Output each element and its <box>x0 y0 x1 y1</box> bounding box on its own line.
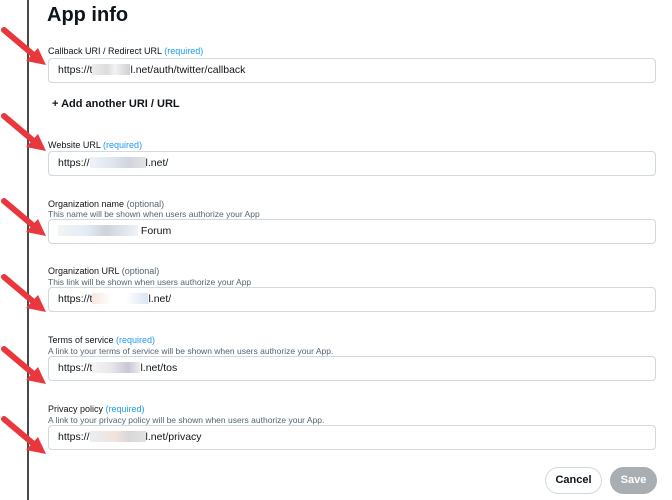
redacted-text <box>92 362 141 373</box>
org-name-field[interactable]: Forum <box>48 219 656 244</box>
redacted-text <box>92 64 131 75</box>
add-another-uri-button[interactable]: + Add another URI / URL <box>52 98 180 110</box>
required-tag: (required) <box>116 335 156 345</box>
website-url-label: Website URL (required) <box>48 140 143 150</box>
website-url-field[interactable]: https://l.net/ <box>48 151 656 176</box>
save-button[interactable]: Save <box>610 467 657 494</box>
org-url-field[interactable]: https://t l.net/ <box>48 287 656 312</box>
redacted-text <box>89 157 146 168</box>
annotation-arrow-icon <box>1 113 46 151</box>
privacy-label: Privacy policy (required) <box>48 404 145 414</box>
org-url-hint: This link will be shown when users autho… <box>48 277 252 287</box>
terms-label: Terms of service (required) <box>48 335 156 345</box>
org-name-label: Organization name (optional) <box>48 199 165 209</box>
callback-url-field[interactable]: https://t l.net/auth/twitter/callback <box>48 58 656 83</box>
privacy-policy-field[interactable]: https://l.net/privacy <box>48 425 656 450</box>
privacy-hint: A link to your privacy policy will be sh… <box>48 415 325 425</box>
page-title: App info <box>47 4 129 26</box>
org-url-label: Organization URL (optional) <box>48 266 160 276</box>
redacted-text <box>89 431 146 442</box>
required-tag: (required) <box>105 404 145 414</box>
annotation-arrow-icon <box>1 274 46 312</box>
callback-url-label: Callback URI / Redirect URL (required) <box>48 46 204 56</box>
redacted-text <box>92 293 149 304</box>
required-tag: (required) <box>103 140 143 150</box>
annotation-arrow-icon <box>1 198 46 236</box>
terms-of-service-field[interactable]: https://t l.net/tos <box>48 356 656 381</box>
annotation-arrow-icon <box>1 346 46 384</box>
cancel-button[interactable]: Cancel <box>545 467 602 494</box>
annotation-arrow-icon <box>1 27 46 65</box>
annotation-arrow-icon <box>1 416 46 454</box>
org-name-hint: This name will be shown when users autho… <box>48 209 260 219</box>
redacted-text <box>58 225 138 236</box>
terms-hint: A link to your terms of service will be … <box>48 346 334 356</box>
required-tag: (required) <box>164 46 204 56</box>
